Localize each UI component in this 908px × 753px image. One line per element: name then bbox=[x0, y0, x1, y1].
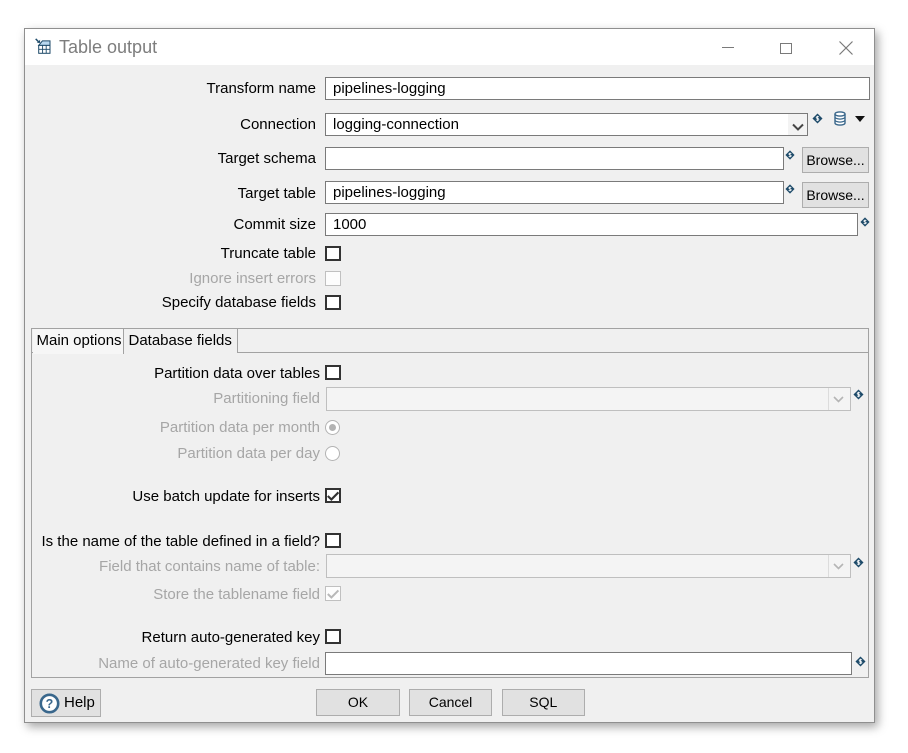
svg-text:?: ? bbox=[46, 697, 54, 711]
